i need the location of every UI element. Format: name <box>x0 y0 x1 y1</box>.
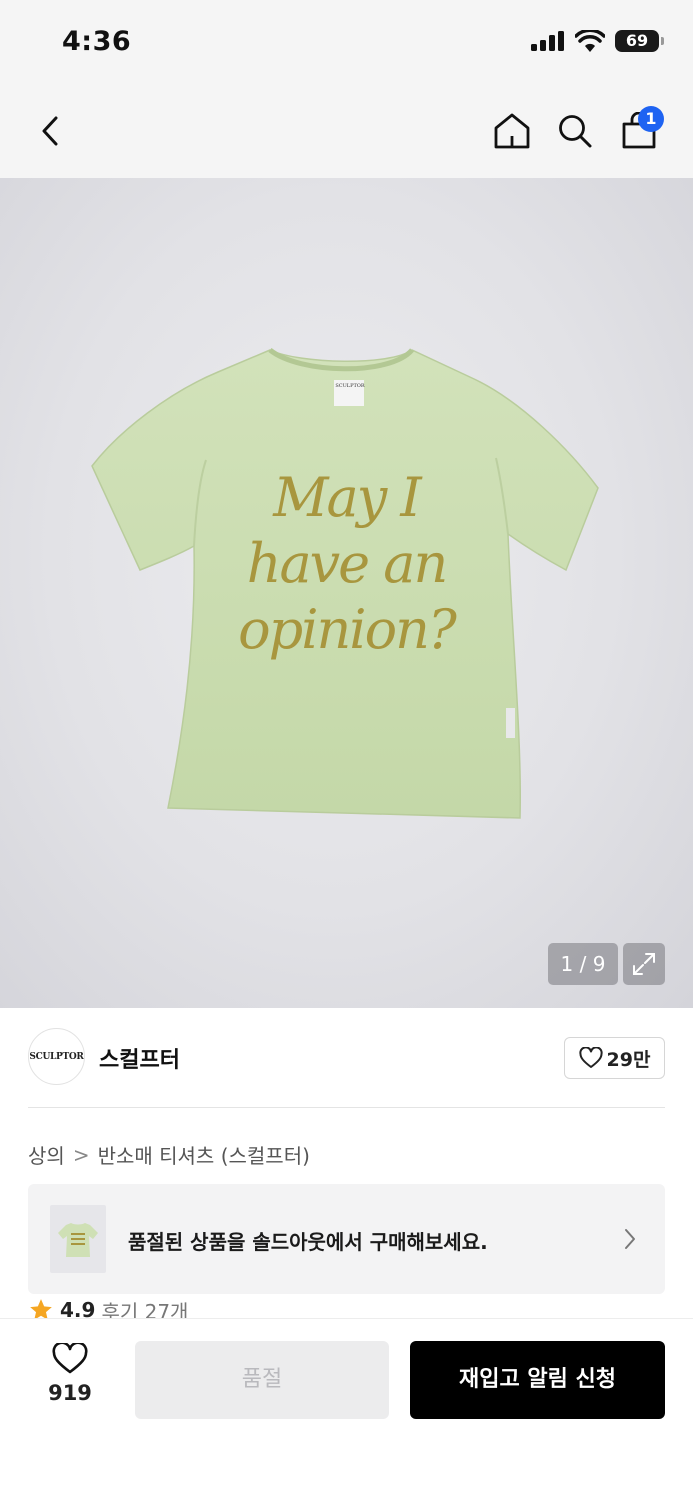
status-time: 4:36 <box>62 26 132 57</box>
brand-like-button[interactable]: 29만 <box>564 1037 665 1079</box>
expand-icon <box>633 953 655 975</box>
bottom-action-bar: 919 품절 재입고 알림 신청 <box>0 1318 693 1500</box>
banner-thumbnail <box>50 1205 106 1273</box>
product-image-carousel[interactable]: SCULPTOR May I have an opinion? 1 / 9 <box>0 178 693 1008</box>
battery-indicator: 69 <box>615 30 664 52</box>
heart-icon <box>52 1341 88 1374</box>
status-icons: 69 <box>531 30 664 52</box>
chevron-right-icon <box>625 1229 635 1249</box>
breadcrumb-category[interactable]: 상의 <box>28 1140 65 1169</box>
search-button[interactable] <box>550 106 600 156</box>
shirt-print-line-3: opinion? <box>238 598 457 661</box>
brand-row: SCULPTOR 스컬프터 29만 <box>28 1028 665 1088</box>
image-pager: 1 / 9 <box>548 943 618 985</box>
restock-alert-button[interactable]: 재입고 알림 신청 <box>410 1341 665 1419</box>
divider <box>28 1107 665 1108</box>
status-bar: 4:36 69 <box>0 0 693 88</box>
brand-name[interactable]: 스컬프터 <box>99 1042 180 1074</box>
soldout-resale-banner[interactable]: 품절된 상품을 솔드아웃에서 구매해보세요. <box>28 1184 665 1294</box>
brand-like-count: 29만 <box>606 1048 651 1071</box>
search-icon <box>559 115 592 148</box>
wishlist-button[interactable]: 919 <box>40 1341 100 1413</box>
tshirt-thumbnail <box>58 1223 98 1257</box>
breadcrumb-subcategory[interactable]: 반소매 티셔츠 (스컬프터) <box>98 1140 310 1169</box>
home-icon <box>494 113 530 149</box>
nav-bar: 1 <box>0 88 693 178</box>
back-button[interactable] <box>25 106 75 156</box>
shirt-print-line-1: May I <box>273 466 422 529</box>
cart-count-badge: 1 <box>638 106 664 132</box>
signal-icon <box>531 31 564 51</box>
wifi-icon <box>575 30 605 52</box>
cart-button[interactable]: 1 <box>614 106 664 156</box>
breadcrumb-separator: > <box>72 1142 90 1167</box>
brand-logo[interactable]: SCULPTOR <box>28 1028 85 1085</box>
soldout-button: 품절 <box>135 1341 389 1419</box>
shirt-print-line-2: have an <box>246 532 449 595</box>
expand-image-button[interactable] <box>623 943 665 985</box>
shirt-neck-label: SCULPTOR <box>335 383 365 389</box>
home-button[interactable] <box>487 106 537 156</box>
wishlist-count: 919 <box>48 1381 92 1405</box>
chevron-left-icon <box>42 116 58 146</box>
breadcrumb: 상의 > 반소매 티셔츠 (스컬프터) <box>28 1140 310 1169</box>
soldout-banner-text: 품절된 상품을 솔드아웃에서 구매해보세요. <box>128 1230 488 1254</box>
heart-icon <box>578 1047 603 1068</box>
